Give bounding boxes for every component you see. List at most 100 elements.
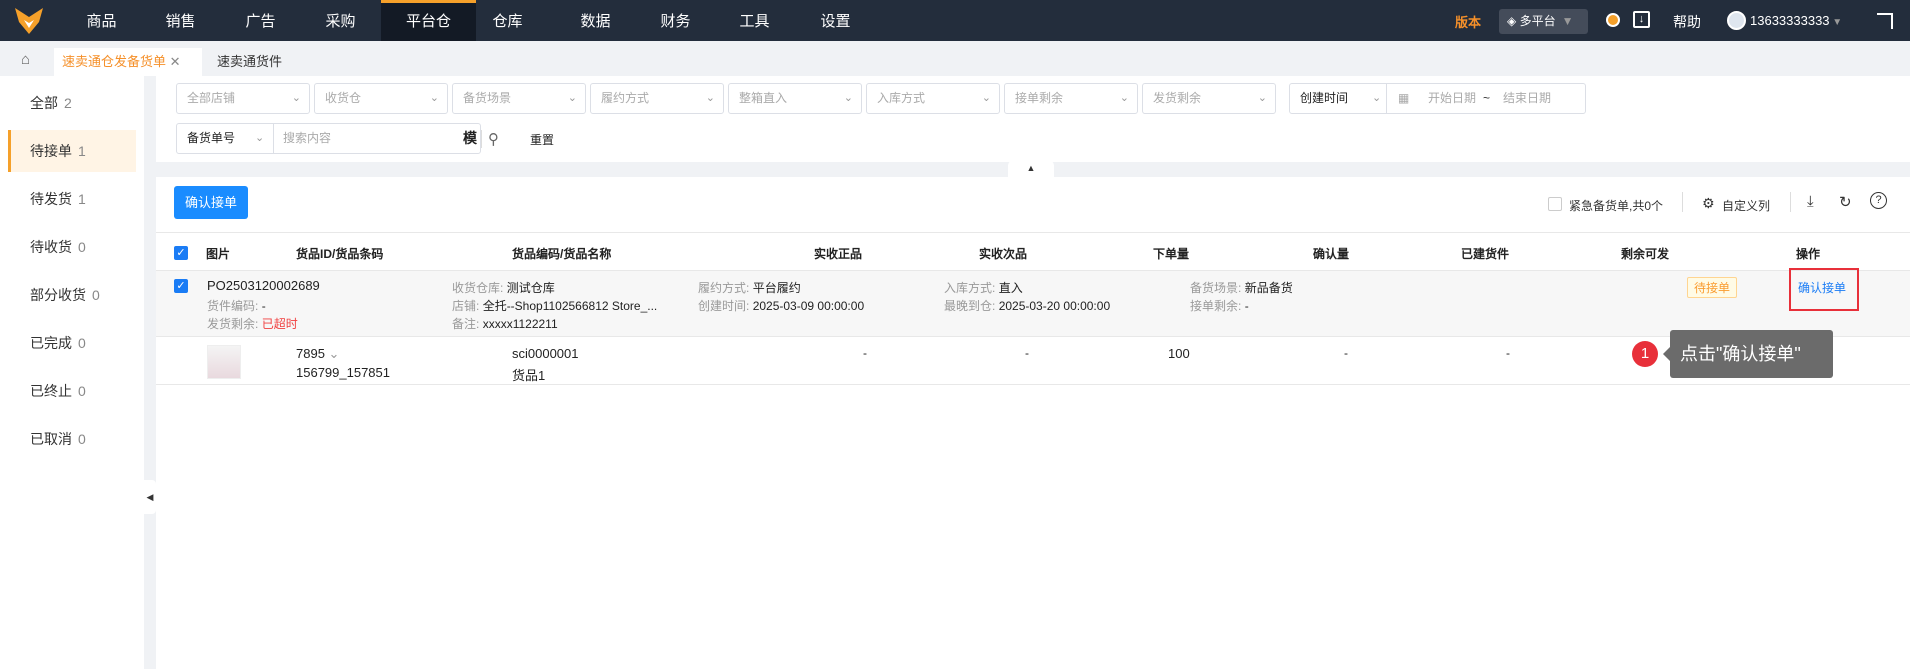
page-tabs: ⌂ 速卖通仓发备货单 ✕ 速卖通货件 <box>0 41 1910 76</box>
download-icon[interactable]: ↓ <box>1633 11 1650 28</box>
sidebar-item-pending-ship[interactable]: 待发货 1 <box>8 178 136 220</box>
caret-down-icon: ▼ <box>1829 17 1843 28</box>
col-remaining: 剩余可发 <box>1621 247 1670 261</box>
sidebar-collapse-toggle[interactable]: ◀ <box>144 480 156 514</box>
layers-icon: ◈ <box>1507 14 1520 28</box>
nav-item-platform-warehouse[interactable]: 平台仓 <box>381 0 476 41</box>
col-ordered-qty: 下单量 <box>1153 247 1190 261</box>
sidebar-item-partial[interactable]: 部分收货 0 <box>8 274 136 316</box>
custom-columns-button[interactable]: 自定义列 <box>1722 197 1770 214</box>
help-link[interactable]: 帮助 <box>1673 12 1701 32</box>
fulfill-value: 平台履约 <box>752 281 801 295</box>
sidebar-item-pending-receive[interactable]: 待收货 0 <box>8 226 136 268</box>
inbound-select[interactable]: 入库方式 ⌄ <box>866 83 1000 114</box>
product-code: sci0000001 <box>512 346 579 361</box>
store-select[interactable]: 全部店铺 ⌄ <box>176 83 310 114</box>
warehouse-value: 测试仓库 <box>506 281 555 295</box>
confirmed-qty: - <box>1344 346 1348 360</box>
start-date-input[interactable]: 开始日期 <box>1428 84 1476 113</box>
search-type-select[interactable]: 备货单号 <box>187 131 235 145</box>
main-panel: 全部店铺 ⌄ 收货仓 ⌄ 备货场景 ⌄ 履约方式 ⌄ 整箱直入 ⌄ 入库方式 ⌄ 接单剩余 ⌄… <box>156 76 1910 669</box>
sidebar-item-cancelled[interactable]: 已取消 0 <box>8 418 136 460</box>
refresh-icon[interactable]: ↻ <box>1839 193 1852 211</box>
version-link[interactable]: 版本 <box>1455 12 1481 31</box>
logo-icon[interactable] <box>15 8 43 34</box>
platform-switcher[interactable]: ◈ 多平台 ▼ <box>1499 9 1588 34</box>
nav-item-tools[interactable]: 工具 <box>715 0 794 41</box>
status-sidebar: 全部 2 待接单 1 待发货 1 待收货 0 部分收货 0 已完成 0 已终止 0 已取消 0 <box>0 76 144 669</box>
col-shipments: 已建货件 <box>1461 247 1510 261</box>
inbound-value: 直入 <box>998 281 1023 295</box>
avatar[interactable] <box>1727 11 1746 30</box>
urgent-label: 紧急备货单,共0个 <box>1569 199 1664 213</box>
nav-item-data[interactable]: 数据 <box>556 0 635 41</box>
select-all-checkbox[interactable]: ✓ <box>174 246 188 260</box>
note-value: xxxxx1122211 <box>482 317 558 331</box>
date-range-filter[interactable]: 创建时间 ⌄ ▦ 开始日期 ~ 结束日期 <box>1289 83 1586 114</box>
nav-item-warehouse[interactable]: 仓库 <box>468 0 547 41</box>
home-icon[interactable]: ⌂ <box>21 51 30 68</box>
range-separator: ~ <box>1483 91 1491 105</box>
collapse-filters-toggle[interactable]: ▲ <box>1008 160 1054 177</box>
tab-shipments[interactable]: 速卖通货件 <box>209 48 290 76</box>
search-input[interactable]: 搜索内容 <box>283 124 331 153</box>
scene-select[interactable]: 备货场景 ⌄ <box>452 83 586 114</box>
col-image: 图片 <box>206 247 231 261</box>
col-product-id: 货品ID/货品条码 <box>296 247 384 261</box>
confirm-accept-button[interactable]: 确认接单 <box>174 186 248 219</box>
ordered-qty: 100 <box>1168 346 1190 361</box>
nav-item-ads[interactable]: 广告 <box>221 0 300 41</box>
product-thumbnail[interactable] <box>207 345 241 379</box>
caret-down-icon: ▼ <box>1561 14 1574 28</box>
latest-arrival-value: 2025-03-20 00:00:00 <box>998 299 1111 313</box>
close-icon[interactable]: ✕ <box>170 54 181 69</box>
product-barcode: 156799_157851 <box>296 365 390 380</box>
warehouse-select[interactable]: 收货仓 ⌄ <box>314 83 448 114</box>
order-row: ✓ PO2503120002689 货件编码: - 发货剩余: 已超时 收货仓库… <box>156 268 1910 337</box>
search-icon[interactable]: ⚲ <box>481 130 499 148</box>
time-type-select[interactable]: 创建时间 <box>1300 84 1348 113</box>
nav-item-sales[interactable]: 销售 <box>141 0 220 41</box>
platform-label: 多平台 <box>1519 14 1556 28</box>
order-checkbox[interactable]: ✓ <box>174 279 188 293</box>
col-product-code: 货品编码/货品名称 <box>512 247 612 261</box>
reset-button[interactable]: 重置 <box>530 131 554 148</box>
shipment-code: - <box>261 299 266 313</box>
chevron-down-icon[interactable]: ⌄ <box>329 346 340 361</box>
fuzzy-toggle[interactable]: 模 <box>463 124 477 153</box>
col-confirmed-qty: 确认量 <box>1313 247 1350 261</box>
tooltip-text: 点击"确认接单" <box>1680 344 1801 364</box>
created-value: 2025-03-09 00:00:00 <box>752 299 865 313</box>
guide-tooltip: 点击"确认接单" <box>1663 330 1833 378</box>
sidebar-item-terminated[interactable]: 已终止 0 <box>8 370 136 412</box>
accept-left-select[interactable]: 接单剩余 ⌄ <box>1004 83 1138 114</box>
urgent-checkbox[interactable] <box>1548 197 1562 211</box>
help-icon[interactable]: ? <box>1870 192 1887 209</box>
nav-item-settings[interactable]: 设置 <box>796 0 875 41</box>
sidebar-item-done[interactable]: 已完成 0 <box>8 322 136 364</box>
product-id: 7895 <box>296 346 325 361</box>
received-defect: - <box>1025 346 1029 360</box>
settings-icon[interactable]: ⚙ <box>1702 195 1715 212</box>
fulfill-select[interactable]: 履约方式 ⌄ <box>590 83 724 114</box>
nav-item-purchase[interactable]: 采购 <box>301 0 380 41</box>
status-badge: 待接单 <box>1687 277 1738 298</box>
sidebar-item-all[interactable]: 全部 2 <box>8 82 136 124</box>
nav-item-finance[interactable]: 财务 <box>636 0 715 41</box>
end-date-input[interactable]: 结束日期 <box>1503 84 1551 113</box>
tab-stock-orders[interactable]: 速卖通仓发备货单 ✕ <box>54 48 202 76</box>
full-box-select[interactable]: 整箱直入 ⌄ <box>728 83 862 114</box>
user-menu[interactable]: 13633333333 ▼ <box>1750 13 1842 28</box>
top-nav: 商品 销售 广告 采购 平台仓 仓库 数据 财务 工具 设置 版本 ◈ 多平台 ▼… <box>0 0 1910 41</box>
fullscreen-icon[interactable] <box>1877 13 1893 29</box>
col-received-good: 实收正品 <box>814 247 863 261</box>
ship-left-select[interactable]: 发货剩余 ⌄ <box>1142 83 1276 114</box>
calendar-icon: ▦ <box>1398 91 1410 105</box>
export-icon[interactable]: ⤓ <box>1807 193 1814 210</box>
sidebar-item-pending-accept[interactable]: 待接单 1 <box>8 130 136 172</box>
nav-item-products[interactable]: 商品 <box>62 0 141 41</box>
store-value: 全托--Shop1102566812 Store_... <box>482 299 658 313</box>
product-name: 货品1 <box>512 368 546 383</box>
received-good: - <box>863 346 867 360</box>
support-icon[interactable] <box>1606 13 1620 27</box>
